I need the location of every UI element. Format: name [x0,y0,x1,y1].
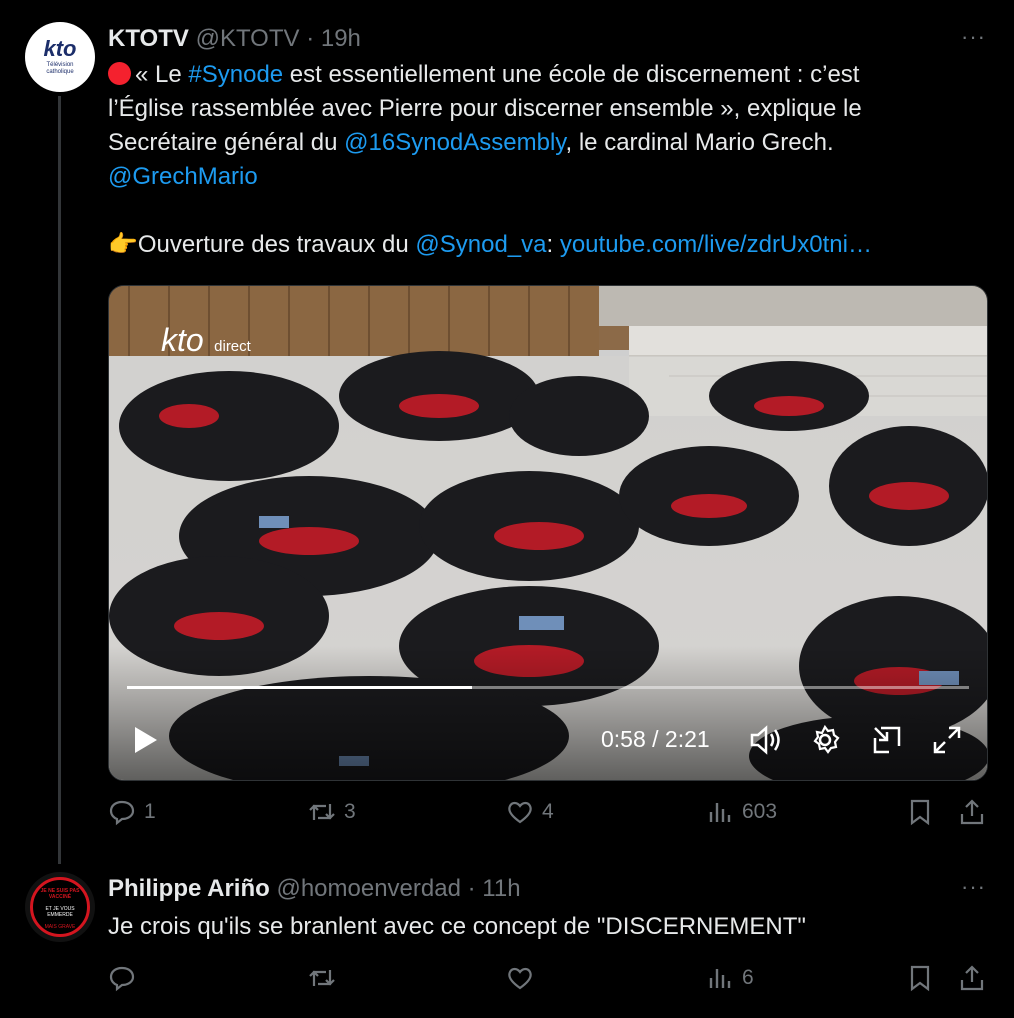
bookmark-button[interactable] [906,964,934,992]
timestamp[interactable]: 19h [321,25,361,52]
repost-icon [309,804,335,820]
tweet-header: Philippe Ariño @homoenverdad · 11h [108,874,521,904]
play-button[interactable] [133,726,159,759]
views-icon [709,803,731,822]
repost-icon [309,970,335,986]
thread-line [58,96,61,864]
tweet-header: KTOTV @KTOTV · 19h [108,24,361,54]
more-icon[interactable]: ··· [961,24,986,50]
separator: · [306,25,315,52]
fullscreen-button[interactable] [931,724,963,761]
bookmark-button[interactable] [906,798,934,826]
handle[interactable]: @homoenverdad [276,875,460,902]
video-player[interactable]: kto direct 0:58 / 2:21 [108,285,988,781]
kto-watermark: kto direct [161,322,251,358]
mention-16synodassembly[interactable]: @16SynodAssembly [344,129,565,156]
reply-button[interactable]: 1 [108,798,156,826]
handle[interactable]: @KTOTV [196,25,300,52]
tweet-actions: 1 3 4 603 [108,798,988,838]
mention-synod-va[interactable]: @Synod_va [415,231,546,258]
bookmark-icon [910,799,930,826]
display-name[interactable]: KTOTV [108,25,189,52]
display-name[interactable]: Philippe Ariño [108,875,270,902]
progress-fill [127,686,473,689]
views-icon [709,969,731,988]
repost-button[interactable] [308,964,344,992]
reply-icon [109,800,135,826]
tweet-reply[interactable]: JE NE SUIS PAS VACCINÉ ET JE VOUS EMMERD… [0,870,1014,1018]
youtube-link[interactable]: youtube.com/live/zdrUx0tni… [560,231,872,258]
progress-track[interactable] [127,686,969,689]
views-button[interactable]: 6 [706,964,754,992]
reply-icon [109,966,135,992]
video-frame [109,286,987,780]
settings-button[interactable] [809,724,841,761]
bookmark-icon [910,965,930,992]
share-button[interactable] [958,798,986,826]
like-button[interactable] [506,964,542,992]
share-button[interactable] [958,964,986,992]
heart-icon [508,967,532,990]
avatar-logo: kto [43,36,77,61]
volume-button[interactable] [749,725,781,760]
avatar-badge: JE NE SUIS PAS VACCINÉ ET JE VOUS EMMERD… [30,877,90,937]
like-button[interactable]: 4 [506,798,554,826]
time-display: 0:58 / 2:21 [601,726,710,752]
pointing-hand-emoji: 👉 [108,231,138,258]
pip-button[interactable] [871,724,903,761]
avatar[interactable]: JE NE SUIS PAS VACCINÉ ET JE VOUS EMMERD… [25,872,95,942]
tweet-ktotv[interactable]: kto Télévision catholique KTOTV @KTOTV · … [0,0,1014,870]
picture-in-picture-icon [873,726,901,754]
reply-button[interactable] [108,964,144,992]
play-icon [135,727,157,753]
separator: · [467,875,476,902]
avatar-subtitle: Télévision catholique [46,62,74,75]
avatar[interactable]: kto Télévision catholique [25,22,95,92]
tweet-text: Je crois qu'ils se branlent avec ce conc… [108,913,806,940]
heart-icon [508,801,532,824]
volume-icon [750,725,780,755]
mention-grechmario[interactable]: @GrechMario [108,163,258,190]
repost-button[interactable]: 3 [308,798,356,826]
live-dot-icon [108,62,131,85]
more-icon[interactable]: ··· [961,874,986,900]
share-icon [960,799,984,825]
timestamp[interactable]: 11h [482,875,520,902]
share-icon [960,965,984,991]
gear-icon [813,724,840,754]
fullscreen-icon [933,726,961,754]
tweet-actions: 6 [108,964,988,1004]
hashtag-synode[interactable]: #Synode [188,61,283,88]
views-button[interactable]: 603 [706,798,777,826]
tweet-text: « Le #Synode est essentiellement une éco… [108,61,872,258]
